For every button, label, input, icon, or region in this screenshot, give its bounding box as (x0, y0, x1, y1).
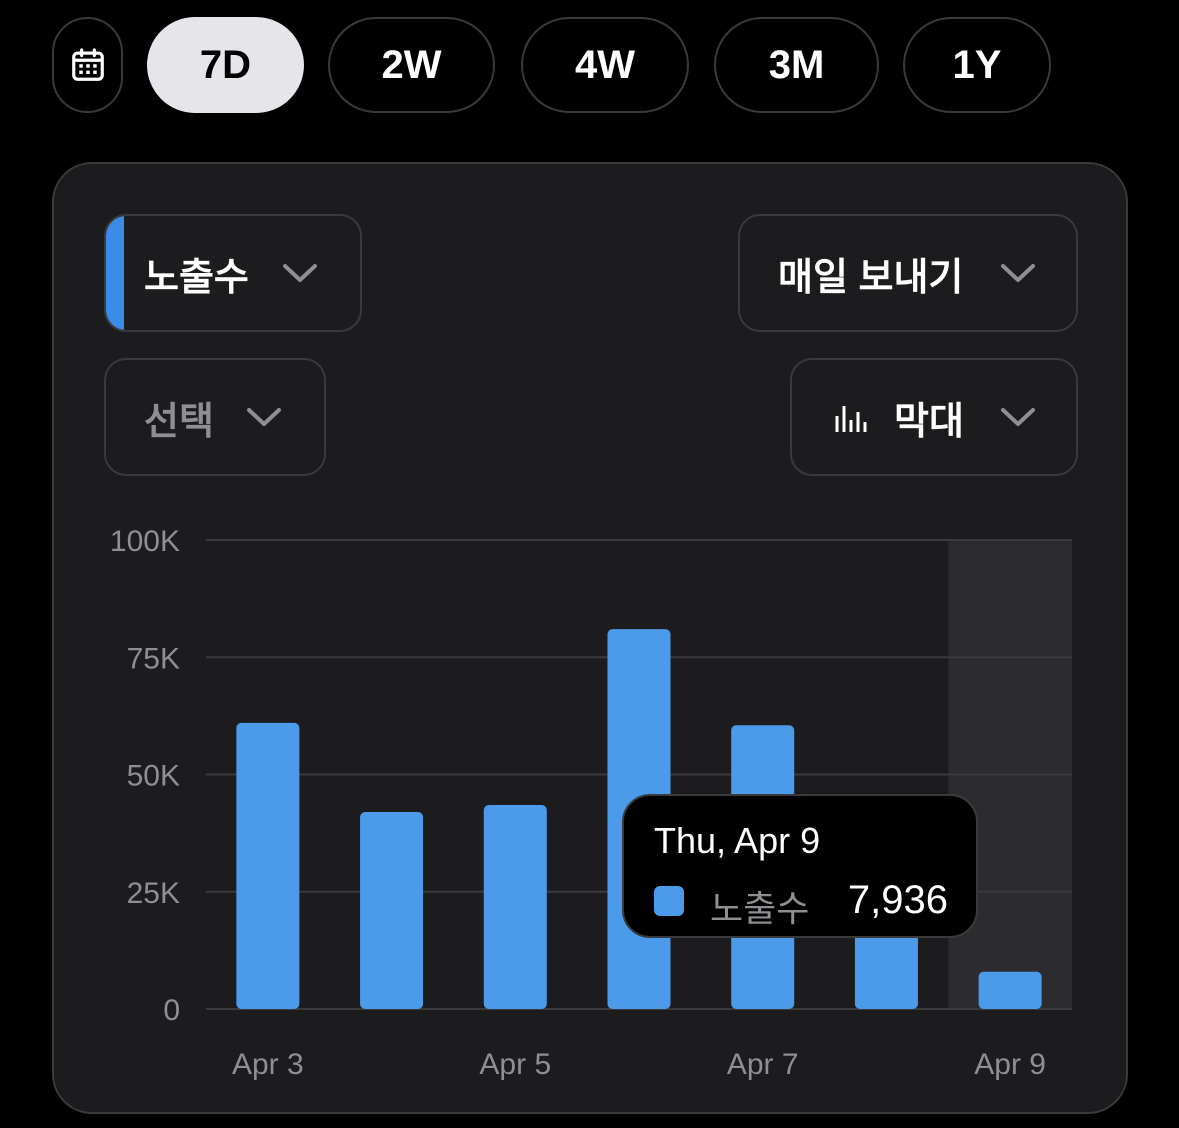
range-1y-button[interactable]: 1Y (903, 17, 1051, 113)
calendar-icon (71, 48, 104, 81)
tooltip-date: Thu, Apr 9 (654, 820, 821, 861)
y-tick-label: 0 (163, 994, 180, 1027)
x-tick-label: Apr 9 (974, 1048, 1046, 1081)
bar[interactable] (236, 722, 300, 1009)
chart-card: 노출수 매일 보내기 선택 막대 0 25K 50K 75K 100K Apr 3 Apr … (52, 162, 1128, 1114)
x-tick-label: Apr 5 (479, 1048, 551, 1081)
bar[interactable] (483, 804, 547, 1009)
y-tick-label: 75K (127, 642, 180, 675)
range-4w-button[interactable]: 4W (521, 17, 689, 113)
range-2w-button[interactable]: 2W (328, 17, 495, 113)
tooltip-series-name: 노출수 (710, 888, 810, 929)
range-7d-button[interactable]: 7D (147, 17, 304, 113)
bar[interactable] (360, 812, 424, 1009)
calendar-button[interactable] (52, 17, 123, 113)
y-tick-label: 50K (127, 760, 180, 793)
tooltip-series-swatch (654, 886, 684, 916)
y-tick-label: 100K (110, 525, 180, 558)
chart-tooltip: Thu, Apr 9 노출수 7,936 (622, 794, 978, 938)
x-tick-label: Apr 7 (727, 1048, 799, 1081)
x-tick-label: Apr 3 (232, 1048, 304, 1081)
bar[interactable] (978, 971, 1042, 1009)
tooltip-value: 7,936 (847, 878, 948, 922)
range-3m-button[interactable]: 3M (714, 17, 879, 113)
bar-chart: 0 25K 50K 75K 100K Apr 3 Apr 5 Apr 7 Apr 9 (110, 525, 1072, 1081)
y-tick-label: 25K (127, 877, 180, 910)
